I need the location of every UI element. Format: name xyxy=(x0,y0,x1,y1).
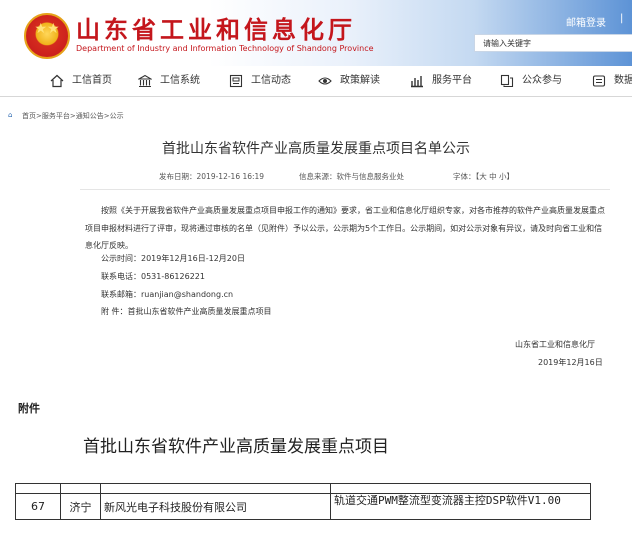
search-input[interactable]: 请输入关键字 xyxy=(474,34,632,52)
cell-company: 新风光电子科技股份有限公司 xyxy=(100,493,331,520)
home-icon xyxy=(50,74,64,88)
divider xyxy=(80,189,610,190)
home-small-icon: ⌂ xyxy=(8,111,13,119)
building-icon xyxy=(138,74,152,88)
article-paragraph: 按照《关于开展我省软件产业高质量发展重点项目申报工作的通知》要求，省工业和信息化… xyxy=(85,206,605,250)
cell-city: 济宁 xyxy=(60,493,101,520)
chart-icon xyxy=(411,76,423,88)
data-icon xyxy=(592,75,606,87)
signature-date: 2019年12月16日 xyxy=(538,358,603,367)
signature-org: 山东省工业和信息化厅 xyxy=(515,340,595,349)
nav-label: 工信系统 xyxy=(160,75,200,86)
article-title: 首批山东省软件产业高质量发展重点项目名单公示 xyxy=(162,141,470,157)
nav-label: 工信动态 xyxy=(251,75,291,86)
nav-label: 公众参与 xyxy=(522,75,562,86)
nav-label: 服务平台 xyxy=(432,75,472,86)
chat-icon xyxy=(500,74,514,88)
project-table: 67 济宁 新风光电子科技股份有限公司 轨道交通PWM整流型变流器主控DSP软件… xyxy=(15,483,591,520)
nav-label: 工信首页 xyxy=(72,75,112,86)
eye-icon xyxy=(318,77,332,85)
site-title[interactable]: 山东省工业和信息化厅 xyxy=(76,10,356,45)
cell-software: 轨道交通PWM整流型变流器主控DSP软件V1.00 xyxy=(330,493,591,520)
contact-email: 联系邮箱：ruanjian@shandong.cn xyxy=(101,290,234,299)
cell-number: 67 xyxy=(15,493,61,520)
main-nav: 工信首页 工信系统 工信动态 政策解读 服务平台 公众参与 数据 xyxy=(0,66,632,97)
nav-label: 政策解读 xyxy=(340,75,380,86)
site-header: ★★ 山东省工业和信息化厅 Department of Industry and… xyxy=(0,0,632,66)
font-size-control[interactable]: 字体：【大 中 小】 xyxy=(453,171,514,182)
publish-date: 发布日期：2019-12-16 16:19 xyxy=(159,172,265,181)
site-subtitle: Department of Industry and Information T… xyxy=(76,44,374,53)
news-icon xyxy=(229,74,243,88)
nav-label: 数据 xyxy=(614,75,632,86)
breadcrumb[interactable]: 首页>服务平台>通知公告>公示 xyxy=(22,111,124,121)
header-separator: | xyxy=(620,13,624,24)
info-source: 信息来源：软件与信息服务业处 xyxy=(299,172,404,181)
table-row xyxy=(15,483,591,494)
attachment-link[interactable]: 附 件：首批山东省软件产业高质量发展重点项目 xyxy=(101,306,272,317)
attachment-title: 首批山东省软件产业高质量发展重点项目 xyxy=(83,437,389,457)
email-login-link[interactable]: 邮箱登录 xyxy=(566,14,606,29)
national-emblem-icon: ★★ xyxy=(24,13,70,59)
contact-phone: 联系电话：0531-86126221 xyxy=(101,272,205,281)
announce-period: 公示时间：2019年12月16日-12月20日 xyxy=(101,254,245,263)
table-row: 67 济宁 新风光电子科技股份有限公司 轨道交通PWM整流型变流器主控DSP软件… xyxy=(15,493,591,520)
attachment-heading: 附件 xyxy=(18,402,40,415)
